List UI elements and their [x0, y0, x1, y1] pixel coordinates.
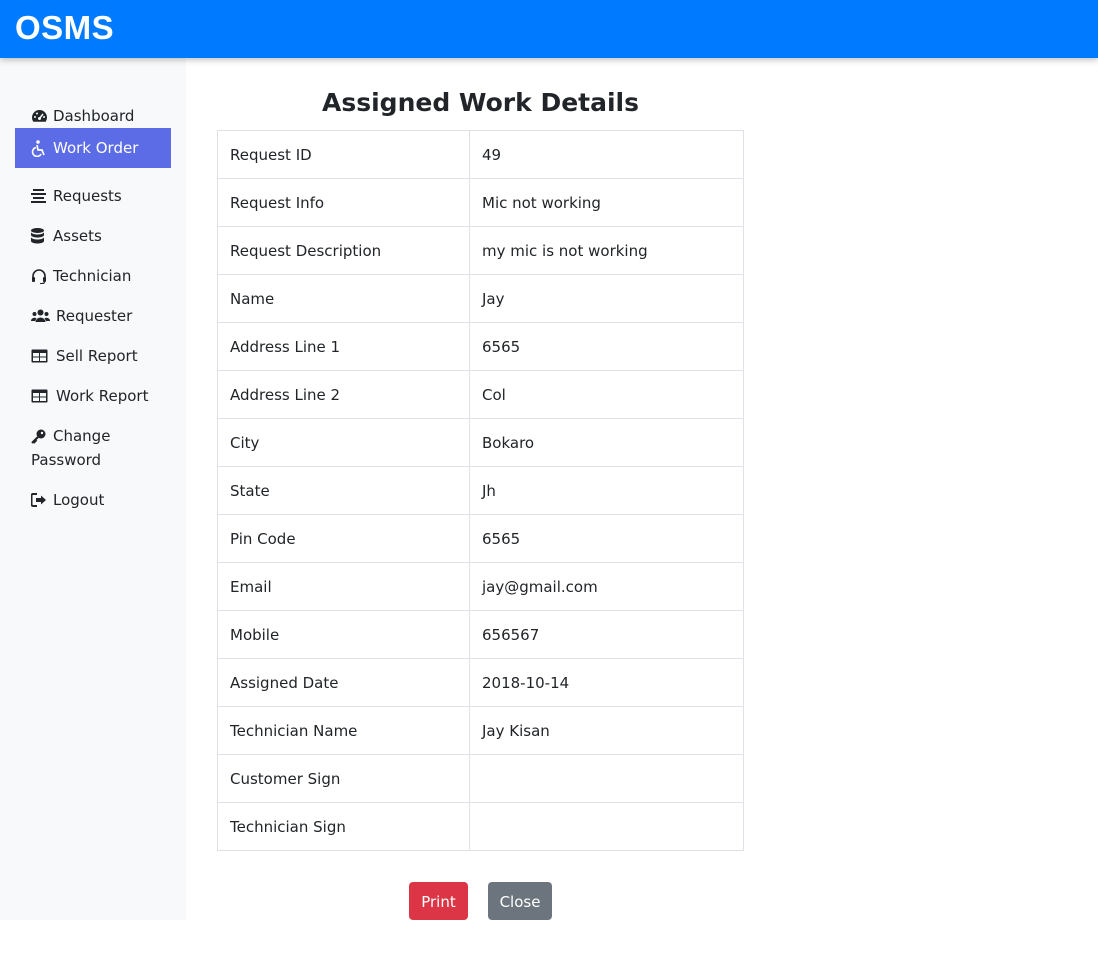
work-details-table: Request ID 49 Request Info Mic not working R…: [217, 130, 744, 851]
database-icon: [31, 224, 49, 248]
sidebar-item-technician[interactable]: Technician: [15, 256, 171, 296]
table-row: Request ID 49: [217, 130, 744, 179]
print-button[interactable]: Print: [409, 882, 468, 920]
row-value: Col: [469, 370, 744, 419]
table-row: Assigned Date 2018-10-14: [217, 658, 744, 707]
sidebar-item-label: Requester: [56, 307, 133, 325]
row-label: Mobile: [217, 610, 470, 659]
row-value: 49: [469, 130, 744, 179]
key-icon: [31, 424, 49, 448]
sidebar-item-logout[interactable]: Logout: [15, 480, 171, 520]
row-label: Pin Code: [217, 514, 470, 563]
top-navbar: OSMS: [0, 0, 1098, 58]
row-value: jay@gmail.com: [469, 562, 744, 611]
table-row: Customer Sign: [217, 754, 744, 803]
row-label: Email: [217, 562, 470, 611]
table-row: Name Jay: [217, 274, 744, 323]
align-center-icon: [31, 184, 49, 208]
sidebar: Dashboard Work Order Requests Assets Tec…: [0, 58, 186, 920]
sidebar-item-label: Logout: [53, 491, 105, 509]
table-row: Email jay@gmail.com: [217, 562, 744, 611]
row-value: 6565: [469, 322, 744, 371]
row-value: Jh: [469, 466, 744, 515]
table-row: City Bokaro: [217, 418, 744, 467]
page-title: Assigned Work Details: [322, 88, 639, 117]
users-icon: [31, 304, 52, 328]
sidebar-item-label: Requests: [53, 187, 122, 205]
table-icon: [31, 384, 52, 408]
sidebar-item-work-report[interactable]: Work Report: [15, 376, 171, 416]
row-value: 6565: [469, 514, 744, 563]
row-label: Address Line 2: [217, 370, 470, 419]
headset-icon: [31, 264, 49, 288]
table-row: Pin Code 6565: [217, 514, 744, 563]
row-value: Bokaro: [469, 418, 744, 467]
sidebar-item-requester[interactable]: Requester: [15, 296, 171, 336]
brand-logo[interactable]: OSMS: [15, 9, 114, 47]
row-label: Request Info: [217, 178, 470, 227]
row-label: City: [217, 418, 470, 467]
row-value: Mic not working: [469, 178, 744, 227]
sidebar-item-change-password[interactable]: Change Password: [15, 416, 171, 480]
table-row: Address Line 1 6565: [217, 322, 744, 371]
row-label: Technician Name: [217, 706, 470, 755]
row-label: Name: [217, 274, 470, 323]
wheelchair-icon: [31, 136, 49, 160]
row-value: 2018-10-14: [469, 658, 744, 707]
row-label: Assigned Date: [217, 658, 470, 707]
row-value: my mic is not working: [469, 226, 744, 275]
sidebar-item-label: Technician: [53, 267, 132, 285]
row-label: Request ID: [217, 130, 470, 179]
table-row: Technician Sign: [217, 802, 744, 851]
table-row: Technician Name Jay Kisan: [217, 706, 744, 755]
row-value: [469, 802, 744, 851]
sidebar-item-assets[interactable]: Assets: [15, 216, 171, 256]
sign-out-icon: [31, 488, 49, 512]
table-row: Request Description my mic is not working: [217, 226, 744, 275]
row-label: Address Line 1: [217, 322, 470, 371]
row-value: Jay Kisan: [469, 706, 744, 755]
row-label: State: [217, 466, 470, 515]
row-label: Request Description: [217, 226, 470, 275]
tachometer-icon: [31, 104, 49, 128]
sidebar-item-requests[interactable]: Requests: [15, 176, 171, 216]
table-icon: [31, 344, 52, 368]
sidebar-item-sell-report[interactable]: Sell Report: [15, 336, 171, 376]
close-button[interactable]: Close: [488, 882, 552, 920]
sidebar-item-label: Sell Report: [56, 347, 138, 365]
sidebar-item-work-order[interactable]: Work Order: [15, 128, 171, 168]
sidebar-item-label: Assets: [53, 227, 102, 245]
row-value: [469, 754, 744, 803]
table-row: Request Info Mic not working: [217, 178, 744, 227]
row-value: Jay: [469, 274, 744, 323]
sidebar-item-label: Work Order: [53, 139, 139, 157]
table-row: State Jh: [217, 466, 744, 515]
row-value: 656567: [469, 610, 744, 659]
row-label: Technician Sign: [217, 802, 470, 851]
sidebar-item-label: Dashboard: [53, 107, 135, 125]
sidebar-item-label: Work Report: [56, 387, 149, 405]
row-label: Customer Sign: [217, 754, 470, 803]
table-row: Address Line 2 Col: [217, 370, 744, 419]
table-row: Mobile 656567: [217, 610, 744, 659]
